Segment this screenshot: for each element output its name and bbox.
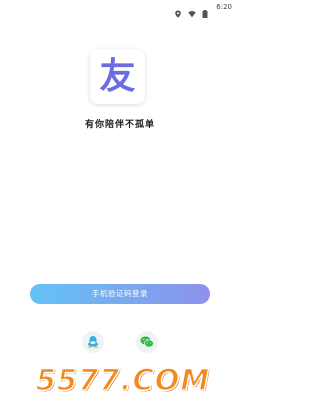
site-watermark: 5577.COM bbox=[18, 362, 228, 398]
location-icon bbox=[174, 3, 182, 18]
wechat-icon bbox=[140, 333, 154, 352]
battery-icon bbox=[202, 3, 210, 18]
wifi-icon bbox=[188, 3, 196, 18]
watermark-text: 5577.COM bbox=[35, 362, 211, 398]
app-logo: 友 bbox=[90, 49, 145, 104]
wechat-login-button[interactable] bbox=[136, 331, 158, 353]
app-logo-char: 友 bbox=[99, 55, 136, 97]
status-bar: 6:20 bbox=[0, 0, 240, 18]
qq-icon bbox=[87, 333, 99, 352]
phone-code-login-button[interactable]: 手机验证码登录 bbox=[30, 284, 210, 304]
status-time: 6:20 bbox=[216, 3, 232, 11]
app-slogan: 有你陪伴不孤单 bbox=[84, 120, 155, 130]
qq-login-button[interactable] bbox=[82, 331, 104, 353]
